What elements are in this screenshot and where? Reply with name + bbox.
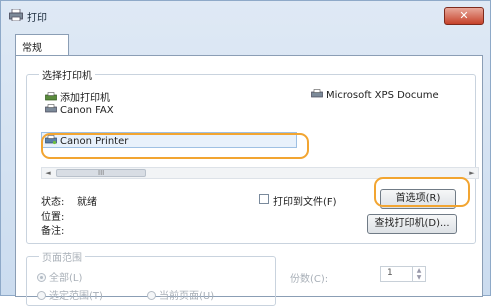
select-printer-group: 选择打印机 添加打印机 Canon FAX Canon Printer Micr… — [26, 67, 479, 244]
printer-icon — [45, 135, 57, 145]
fax-printer-icon — [45, 104, 57, 113]
close-button[interactable]: ✕ — [444, 7, 484, 25]
window-title: 打印 — [27, 13, 47, 24]
page-range-current-option[interactable]: 当前页面(U) — [147, 287, 214, 302]
printer-label-canon-printer: Canon Printer — [60, 136, 129, 147]
print-dialog: 打印 ✕ 常规 选择打印机 添加打印机 Canon FAX Canon Prin… — [0, 0, 491, 306]
comment-label: 备注: — [41, 226, 65, 237]
copies-spin-arrows-icon[interactable]: ▲ ▼ — [412, 267, 425, 281]
general-panel: 选择打印机 添加打印机 Canon FAX Canon Printer Micr… — [15, 55, 483, 306]
printer-item-add-printer[interactable]: 添加打印机 — [45, 89, 110, 104]
page-range-current-label: 当前页面(U) — [159, 291, 215, 302]
printer-label-add: 添加打印机 — [60, 93, 110, 104]
printer-list-scrollbar[interactable]: ◄ III ► — [41, 167, 479, 179]
location-label: 位置: — [41, 212, 65, 223]
scroll-grip: III — [98, 169, 105, 177]
tab-general[interactable]: 常规 — [15, 34, 69, 56]
copies-spinner[interactable]: 1 ▲ ▼ — [380, 266, 426, 282]
preferences-button[interactable]: 首选项(R) — [380, 189, 456, 209]
printer-item-canon-printer[interactable]: Canon Printer — [41, 132, 297, 148]
printer-icon — [311, 89, 323, 98]
page-range-all-label: 全部(L) — [49, 273, 83, 284]
select-printer-label: 选择打印机 — [39, 67, 95, 82]
copies-value: 1 — [387, 268, 393, 278]
page-range-label: 页面范围 — [39, 249, 85, 264]
scroll-thumb[interactable]: III — [56, 169, 146, 177]
printer-label-canon-fax: Canon FAX — [60, 105, 114, 113]
scroll-right-icon[interactable]: ► — [466, 168, 478, 178]
print-to-file-checkbox[interactable] — [259, 194, 269, 204]
scroll-left-icon[interactable]: ◄ — [42, 168, 54, 178]
printer-item-xps[interactable]: Microsoft XPS Docume — [311, 89, 439, 103]
print-to-file-label: 打印到文件(F) — [273, 197, 337, 208]
page-range-group: 页面范围 全部(L) 选定范围(T) 当前页面(U) — [26, 249, 276, 306]
page-range-all-radio[interactable] — [37, 273, 46, 282]
add-printer-icon — [45, 92, 57, 101]
printer-item-canon-fax[interactable]: Canon FAX — [45, 104, 114, 113]
title-bar: 打印 ✕ — [1, 1, 490, 29]
printer-label-xps: Microsoft XPS Docume — [326, 90, 439, 101]
page-range-selection-option[interactable]: 选定范围(T) — [37, 287, 103, 302]
printer-icon — [9, 9, 23, 21]
status-value: 就绪 — [77, 197, 97, 208]
page-range-all-option[interactable]: 全部(L) — [37, 269, 82, 284]
status-label: 状态: — [41, 197, 65, 208]
page-range-selection-label: 选定范围(T) — [49, 291, 103, 302]
printer-list[interactable]: 添加打印机 Canon FAX Canon Printer Microsoft … — [41, 87, 479, 181]
copies-label: 份数(C): — [290, 274, 329, 285]
find-printer-button[interactable]: 查找打印机(D)... — [367, 214, 457, 234]
